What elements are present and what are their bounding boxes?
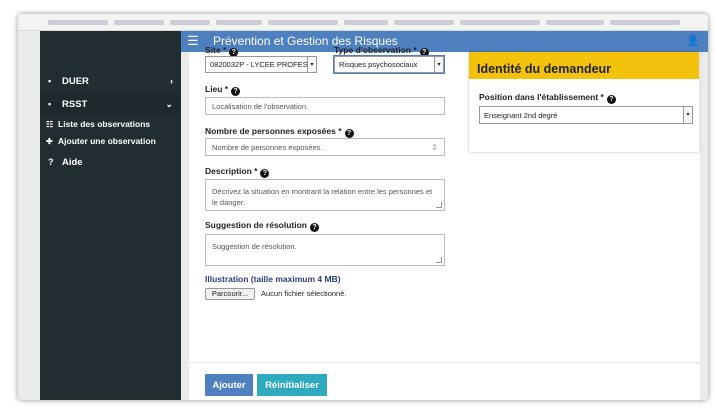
browser-window: ▪ DUER › ▪ RSST ⌄ ☷ Liste des observatio… (18, 14, 708, 400)
sidebar-subitem-label: Ajouter une observation (58, 136, 156, 146)
identity-panel: Identité du demandeur Position dans l'ét… (469, 52, 699, 152)
site-select[interactable]: 0820032P - LYCEE PROFESS ▾ (205, 56, 317, 73)
position-label: Position dans l'établissement *? (479, 92, 616, 104)
plus-circle-icon: ✚ (46, 136, 53, 146)
type-observation-select[interactable]: Risques psychosociaux ▾ (333, 55, 445, 74)
illustration-label: Illustration (taille maximum 4 MB) (205, 274, 341, 284)
chevron-down-icon: ⌄ (165, 98, 173, 109)
lieu-label: Lieu *? (205, 84, 241, 96)
sidebar-item-duer[interactable]: ▪ DUER › (40, 71, 181, 91)
add-button[interactable]: Ajouter (205, 374, 253, 396)
bookmark-item[interactable] (216, 20, 262, 25)
sidebar-item-label: Aide (62, 156, 83, 168)
sidebar-subitem-list[interactable]: ☷ Liste des observations (40, 117, 181, 131)
resize-handle[interactable] (436, 202, 442, 208)
bookmark-item[interactable] (394, 20, 454, 25)
document-icon: ▪ (48, 76, 52, 86)
hamburger-menu-icon[interactable]: ☰ (187, 33, 199, 49)
sidebar: ▪ DUER › ▪ RSST ⌄ ☷ Liste des observatio… (40, 31, 181, 400)
stepper-icon[interactable]: ⇕ (431, 143, 438, 152)
description-label: Description *? (205, 166, 270, 178)
chevron-down-icon: ▾ (683, 107, 692, 123)
bookmarks-bar (18, 14, 708, 31)
help-icon[interactable]: ? (310, 223, 320, 232)
help-icon[interactable]: ? (606, 95, 616, 104)
bookmark-item[interactable] (610, 20, 680, 25)
sidebar-item-aide[interactable]: ? Aide (40, 153, 181, 171)
nb-personnes-input[interactable]: Nombre de personnes exposées. ⇕ (205, 138, 445, 156)
chevron-right-icon: › (170, 76, 173, 86)
user-icon[interactable]: 👤 (686, 34, 700, 47)
browse-button[interactable]: Parcourir... (205, 288, 255, 300)
help-icon[interactable]: ? (231, 87, 241, 96)
bookmark-item[interactable] (48, 20, 108, 25)
help-icon: ? (48, 157, 54, 167)
suggestion-textarea[interactable]: Suggestion de résolution. (205, 234, 445, 266)
sidebar-item-rsst[interactable]: ▪ RSST ⌄ (40, 94, 181, 114)
chevron-down-icon: ▾ (307, 57, 316, 72)
bookmark-item[interactable] (114, 20, 164, 25)
position-select[interactable]: Enseignant 2nd degré ▾ (479, 106, 693, 124)
description-textarea[interactable]: Décrivez la situation en montrant la rel… (205, 179, 445, 211)
bookmark-item[interactable] (460, 20, 540, 25)
list-icon: ☷ (46, 119, 54, 129)
bookmark-item[interactable] (344, 20, 388, 25)
main-content: Site *? 0820032P - LYCEE PROFESS ▾ Type … (181, 45, 708, 400)
sidebar-item-label: DUER (62, 75, 89, 87)
help-icon[interactable]: ? (344, 129, 354, 138)
app-header: ☰ Prévention et Gestion des Risques 👤 (181, 31, 708, 52)
bookmark-item[interactable] (268, 20, 338, 25)
sidebar-item-label: RSST (62, 98, 88, 110)
suggestion-label: Suggestion de résolution? (205, 220, 320, 232)
bookmark-item[interactable] (170, 20, 210, 25)
help-icon[interactable]: ? (260, 169, 270, 178)
document-icon: ▪ (48, 99, 52, 109)
chevron-down-icon: ▾ (434, 57, 443, 72)
divider (189, 362, 700, 363)
nb-personnes-label: Nombre de personnes exposées *? (205, 126, 354, 138)
sidebar-subitem-add[interactable]: ✚ Ajouter une observation (40, 134, 181, 148)
bookmark-item[interactable] (546, 20, 604, 25)
resize-handle[interactable] (436, 257, 442, 263)
observation-form: Site *? 0820032P - LYCEE PROFESS ▾ Type … (189, 45, 700, 400)
lieu-input[interactable]: Localisation de l'observation. (205, 97, 445, 115)
reset-button[interactable]: Réinitialiser (257, 374, 327, 396)
sidebar-subitem-label: Liste des observations (58, 119, 151, 129)
no-file-text: Aucun fichier sélectionné. (261, 289, 347, 298)
identity-title: Identité du demandeur (469, 52, 699, 79)
